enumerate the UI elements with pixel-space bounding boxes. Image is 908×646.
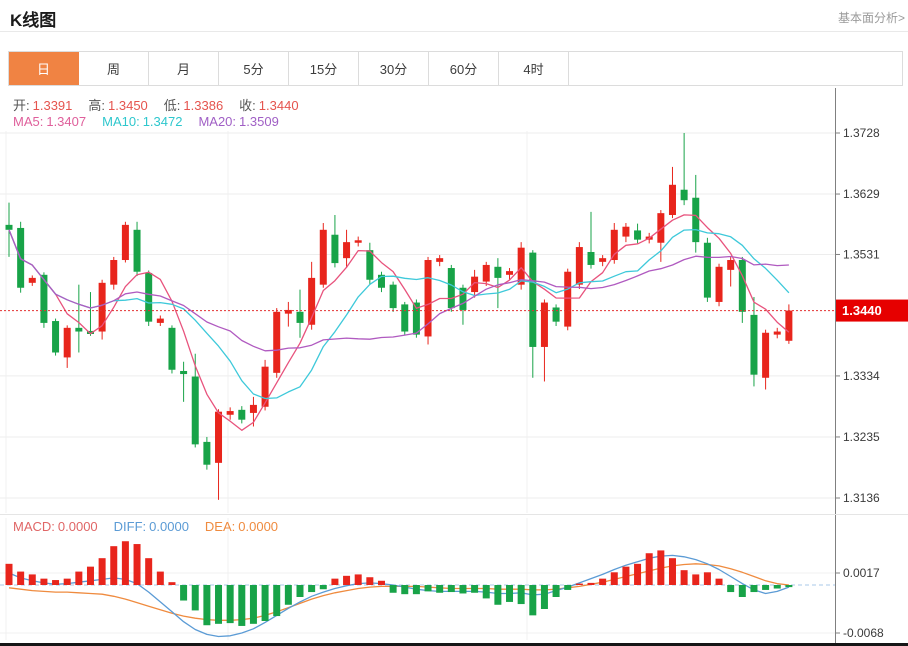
current-price-tag-value: 1.3440: [842, 303, 882, 318]
period-tab-15min[interactable]: 15分: [289, 52, 359, 85]
price-tick-1.3531: 1.3531: [843, 247, 880, 261]
ma-ma5-value: 1.3407: [46, 114, 86, 129]
macd-tick--0.0068: -0.0068: [843, 626, 884, 640]
ohlc-low-value: 1.3386: [183, 98, 223, 113]
ohlc-high-label: 高:: [88, 98, 105, 113]
title-divider: [0, 31, 908, 32]
ohlc-open-value: 1.3391: [33, 98, 73, 113]
ma-ma10-label: MA10:: [102, 114, 140, 129]
period-tab-5min[interactable]: 5分: [219, 52, 289, 85]
price-tick-1.3629: 1.3629: [843, 187, 880, 201]
macd-tick-0.0017: 0.0017: [843, 566, 880, 580]
macd-histogram: [6, 541, 793, 626]
ma-ma5-label: MA5:: [13, 114, 43, 129]
current-price-tag: 1.3440: [835, 300, 908, 322]
period-tab-30min[interactable]: 30分: [359, 52, 429, 85]
period-tab-week[interactable]: 周: [79, 52, 149, 85]
macd-macd: MACD:0.0000: [13, 519, 98, 534]
price-tick-1.3728: 1.3728: [843, 126, 880, 140]
ma-ma5: MA5:1.3407: [13, 114, 86, 129]
ohlc-close: 收:1.3440: [239, 98, 298, 113]
period-tab-bar: 日周月5分15分30分60分4时: [8, 51, 903, 86]
ohlc-low: 低:1.3386: [164, 98, 223, 113]
period-tab-day[interactable]: 日: [9, 52, 79, 85]
macd-dea-label: DEA:: [205, 519, 235, 534]
macd-panel: 0.0017 -0.0068: [0, 555, 884, 640]
price-tick-1.3334: 1.3334: [843, 369, 880, 383]
page-title: K线图: [10, 6, 56, 31]
macd-diff: DIFF:0.0000: [114, 519, 189, 534]
macd-macd-label: MACD:: [13, 519, 55, 534]
price-tick-1.3136: 1.3136: [843, 491, 880, 505]
ohlc-close-value: 1.3440: [259, 98, 299, 113]
macd-readout: MACD:0.0000DIFF:0.0000DEA:0.0000: [13, 519, 294, 534]
macd-dea: DEA:0.0000: [205, 519, 278, 534]
ohlc-low-label: 低:: [164, 98, 181, 113]
ma-ma10-value: 1.3472: [143, 114, 183, 129]
macd-diff-value: 0.0000: [149, 519, 189, 534]
macd-diff-label: DIFF:: [114, 519, 147, 534]
panel-divider: [0, 514, 908, 515]
macd-macd-value: 0.0000: [58, 519, 98, 534]
ma-ma20-value: 1.3509: [239, 114, 279, 129]
period-tab-month[interactable]: 月: [149, 52, 219, 85]
macd-dea-value: 0.0000: [238, 519, 278, 534]
fundamental-analysis-link[interactable]: 基本面分析>: [838, 9, 905, 26]
kline-page: 1.3728 1.3629 1.3531 1.3334 1.3235 1.3136 1.34…: [0, 0, 908, 646]
ohlc-open-label: 开:: [13, 98, 30, 113]
period-tab-60min[interactable]: 60分: [429, 52, 499, 85]
period-tab-4hour[interactable]: 4时: [499, 52, 569, 85]
ohlc-open: 开:1.3391: [13, 98, 72, 113]
ohlc-readout: 开:1.3391 高:1.3450 低:1.3386 收:1.3440: [13, 95, 315, 114]
ohlc-high: 高:1.3450: [88, 98, 147, 113]
ma-ma20: MA20:1.3509: [198, 114, 278, 129]
candles-layer: [6, 133, 793, 500]
ma-readout: MA5:1.3407 MA10:1.3472 MA20:1.3509: [13, 114, 295, 129]
ohlc-close-label: 收:: [239, 98, 256, 113]
ma-ma20-label: MA20:: [198, 114, 236, 129]
ma-ma10: MA10:1.3472: [102, 114, 182, 129]
ohlc-high-value: 1.3450: [108, 98, 148, 113]
price-tick-1.3235: 1.3235: [843, 430, 880, 444]
